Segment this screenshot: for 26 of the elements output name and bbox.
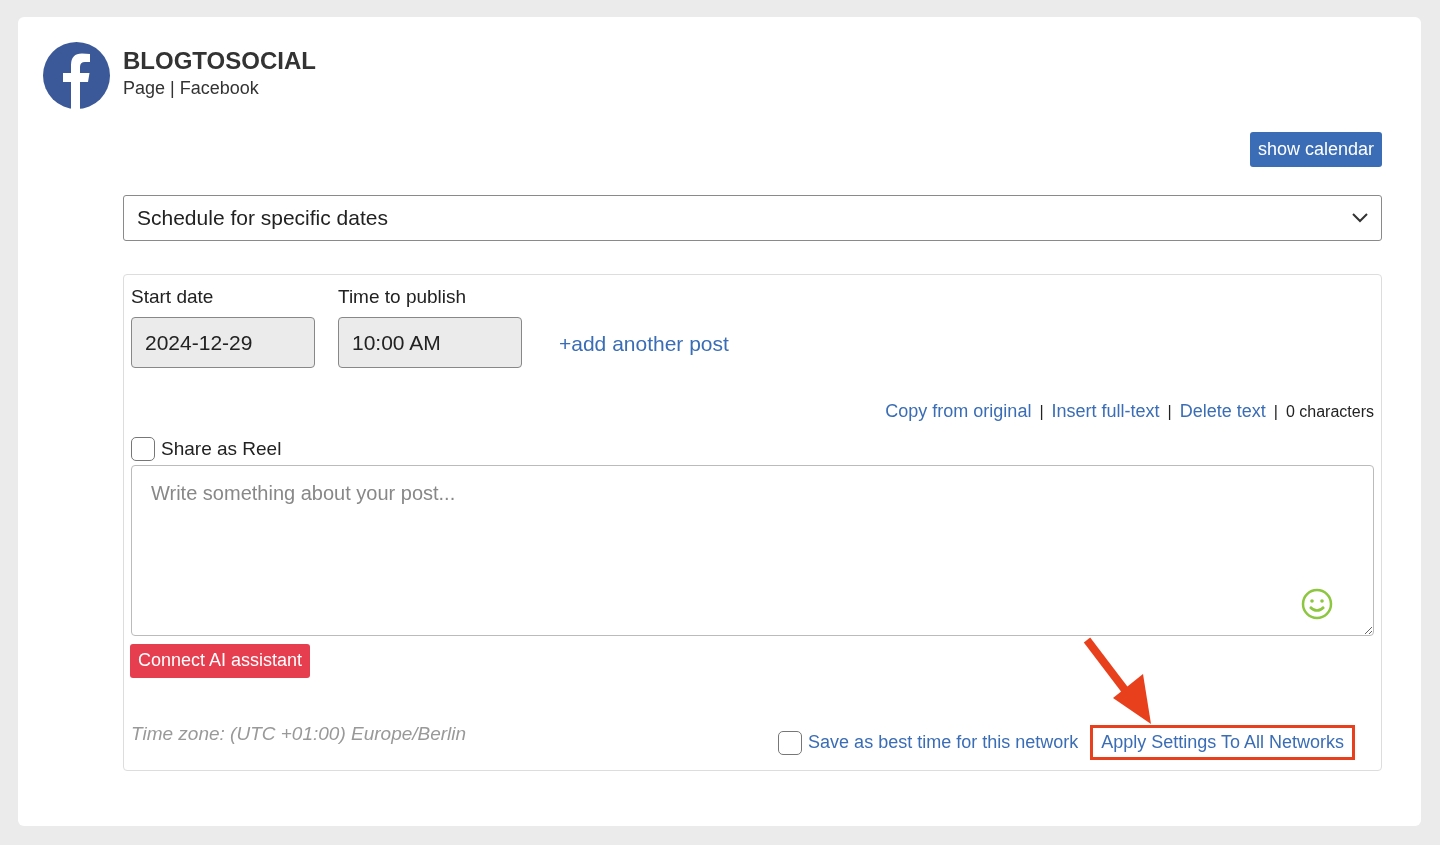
checkbox-label: Share as Reel <box>161 437 282 461</box>
text-action-link[interactable]: Insert full-text <box>1051 398 1160 425</box>
separator: | <box>1273 402 1278 422</box>
add-post-link[interactable]: +add another post <box>559 328 729 360</box>
separator: | <box>1167 402 1172 422</box>
connect-ai-button[interactable]: Connect AI assistant <box>130 643 311 678</box>
character-count: 0 characters <box>1285 402 1374 422</box>
checkbox[interactable] <box>778 730 803 755</box>
apply-settings-link[interactable]: Apply Settings To All Networks <box>1090 725 1355 760</box>
post-text-field[interactable]: Write something about your post... <box>131 464 1374 636</box>
separator: | <box>1039 402 1044 422</box>
schedule-dropdown[interactable]: Schedule for specific dates <box>123 195 1382 241</box>
chevron-down-icon <box>1352 213 1368 223</box>
show-calendar-button[interactable]: show calendar <box>1249 132 1382 167</box>
checkbox[interactable] <box>131 437 155 462</box>
timezone-text: Time zone: (UTC +01:00) Europe/Berlin <box>131 721 467 746</box>
field-label: Time to publish <box>338 285 468 309</box>
account-name: BLOGTOSOCIAL <box>123 48 316 73</box>
account-type: Page | Facebook <box>123 78 260 97</box>
text-action-link[interactable]: Delete text <box>1179 398 1266 425</box>
facebook-logo-icon <box>43 42 110 109</box>
time-field[interactable]: 10:00 AM <box>338 317 522 368</box>
field-label: Start date <box>131 285 215 309</box>
checkbox-label: Save as best time for this network <box>808 731 1079 754</box>
text-action-link[interactable]: Copy from original <box>885 398 1032 425</box>
start-date-field[interactable]: 2024-12-29 <box>131 317 315 368</box>
